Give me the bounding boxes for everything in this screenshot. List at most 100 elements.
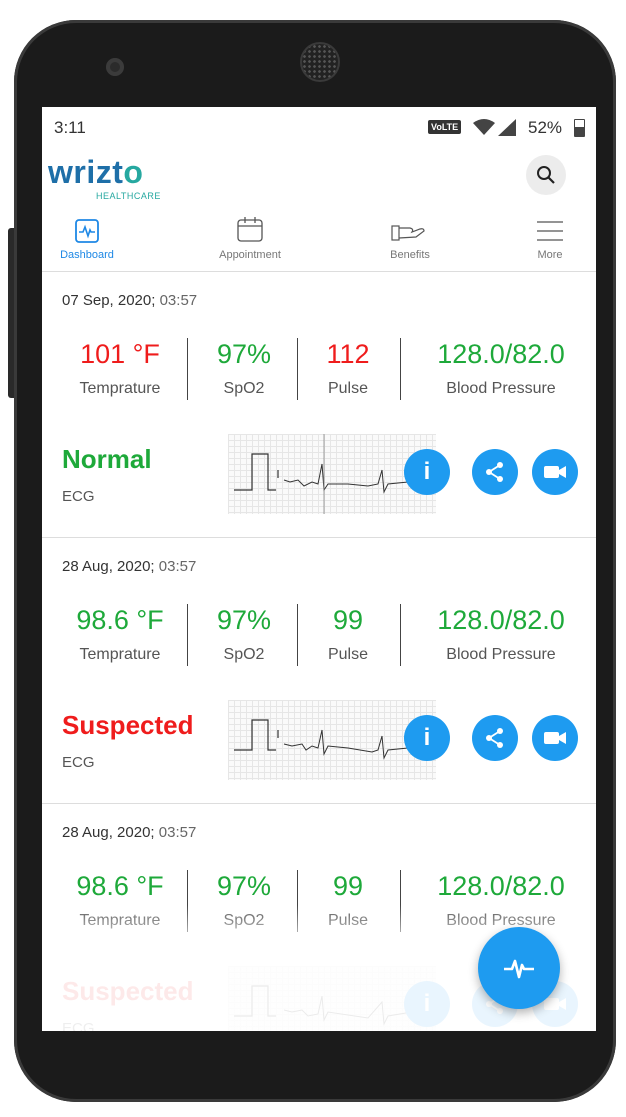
temperature-vital: 98.6 °F Temprature [60,604,180,664]
spo2-value: 97% [216,339,272,369]
tab-more-label: More [537,249,563,261]
spo2-vital: 97% SpO2 [202,338,286,398]
ecg-label: ECG [62,754,95,771]
temperature-vital: 101 °F Temprature [60,338,180,398]
temperature-label: Temprature [79,380,161,397]
tab-dashboard[interactable]: Dashboard [56,209,118,271]
app-header: wrizto HEALTHCARE [42,147,596,209]
heartbeat-icon [504,959,534,979]
blood-pressure-vital: 128.0/82.0 Blood Pressure [418,338,584,398]
divider [297,604,298,666]
record-date: 07 Sep, 2020; 03:57 [62,292,198,309]
info-button[interactable]: i [404,715,450,761]
heartbeat-icon [75,219,99,243]
divider [297,338,298,400]
tab-benefits-label: Benefits [390,249,430,261]
record-card[interactable]: 07 Sep, 2020; 03:57 101 °F Temprature 97… [42,272,596,538]
info-icon: i [423,990,431,1017]
search-icon [537,166,555,184]
divider [400,604,401,666]
pulse-vital: 99 Pulse [308,870,388,930]
temperature-label: Temprature [79,646,161,663]
ecg-label: ECG [62,488,95,505]
bottom-tab-nav: Dashboard Appointment Benefits More [42,209,596,272]
info-icon: i [423,724,431,751]
blood-pressure-label: Blood Pressure [446,646,556,663]
battery-icon [574,119,585,137]
pulse-label: Pulse [327,912,369,929]
ecg-status: Suspected [62,976,194,1006]
pulse-value: 99 [332,871,364,901]
pulse-value: 99 [332,605,364,635]
status-time: 3:11 [54,118,86,137]
spo2-label: SpO2 [223,380,265,397]
divider [400,870,401,932]
info-button[interactable]: i [404,981,450,1027]
spo2-label: SpO2 [223,912,265,929]
pulse-label: Pulse [327,380,369,397]
volte-badge: VoLTE [428,120,462,134]
tab-more[interactable]: More [530,209,570,271]
app-screen: 3:11 VoLTE 52% wrizto HEALTHCARE Dashboa… [42,107,596,1031]
info-icon: i [423,458,431,485]
pulse-vital: 99 Pulse [308,604,388,664]
ecg-status: Suspected [62,710,194,740]
record-card[interactable]: 28 Aug, 2020; 03:57 98.6 °F Temprature 9… [42,538,596,804]
spo2-vital: 97% SpO2 [202,604,286,664]
status-bar: 3:11 VoLTE 52% [42,107,596,147]
blood-pressure-label: Blood Pressure [446,912,556,929]
blood-pressure-value: 128.0/82.0 [437,605,565,635]
blood-pressure-value: 128.0/82.0 [437,871,565,901]
divider [187,870,188,932]
tab-appointment-label: Appointment [219,249,281,261]
tab-dashboard-label: Dashboard [60,249,114,261]
blood-pressure-vital: 128.0/82.0 Blood Pressure [418,604,584,664]
menu-icon [537,221,563,241]
wifi-icon [473,119,495,135]
signal-icon [498,119,516,136]
calendar-icon [237,217,263,242]
search-button[interactable] [526,155,566,195]
info-button[interactable]: i [404,449,450,495]
app-logo: wrizto HEALTHCARE [48,154,161,201]
divider [187,338,188,400]
share-icon [486,462,503,482]
new-reading-fab[interactable] [478,927,560,1009]
spo2-value: 97% [216,605,272,635]
ecg-status: Normal [62,444,152,474]
video-camera-icon [544,732,566,744]
blood-pressure-value: 128.0/82.0 [437,339,565,369]
tab-appointment[interactable]: Appointment [210,209,290,271]
pulse-label: Pulse [327,646,369,663]
pulse-vital: 112 Pulse [308,338,388,398]
temperature-value: 98.6 °F [76,605,164,635]
battery-percent: 52% [528,118,563,137]
spo2-vital: 97% SpO2 [202,870,286,930]
earpiece-speaker [300,42,340,82]
blood-pressure-vital: 128.0/82.0 Blood Pressure [418,870,584,930]
temperature-vital: 98.6 °F Temprature [60,870,180,930]
video-camera-icon [544,998,566,1010]
video-call-button[interactable] [532,715,578,761]
spo2-value: 97% [216,871,272,901]
pulse-value: 112 [326,339,370,369]
divider [187,604,188,666]
tab-benefits[interactable]: Benefits [378,209,442,271]
hand-icon [391,225,425,241]
temperature-value: 98.6 °F [76,871,164,901]
ecg-label: ECG [62,1020,95,1031]
share-button[interactable] [472,715,518,761]
front-camera [106,58,124,76]
record-date: 28 Aug, 2020; 03:57 [62,558,197,575]
temperature-label: Temprature [79,912,161,929]
record-date: 28 Aug, 2020; 03:57 [62,824,197,841]
video-camera-icon [544,466,566,478]
divider [400,338,401,400]
video-call-button[interactable] [532,449,578,495]
spo2-label: SpO2 [223,646,265,663]
divider [297,870,298,932]
share-button[interactable] [472,449,518,495]
temperature-value: 101 °F [80,339,160,369]
blood-pressure-label: Blood Pressure [446,380,556,397]
share-icon [486,728,503,748]
